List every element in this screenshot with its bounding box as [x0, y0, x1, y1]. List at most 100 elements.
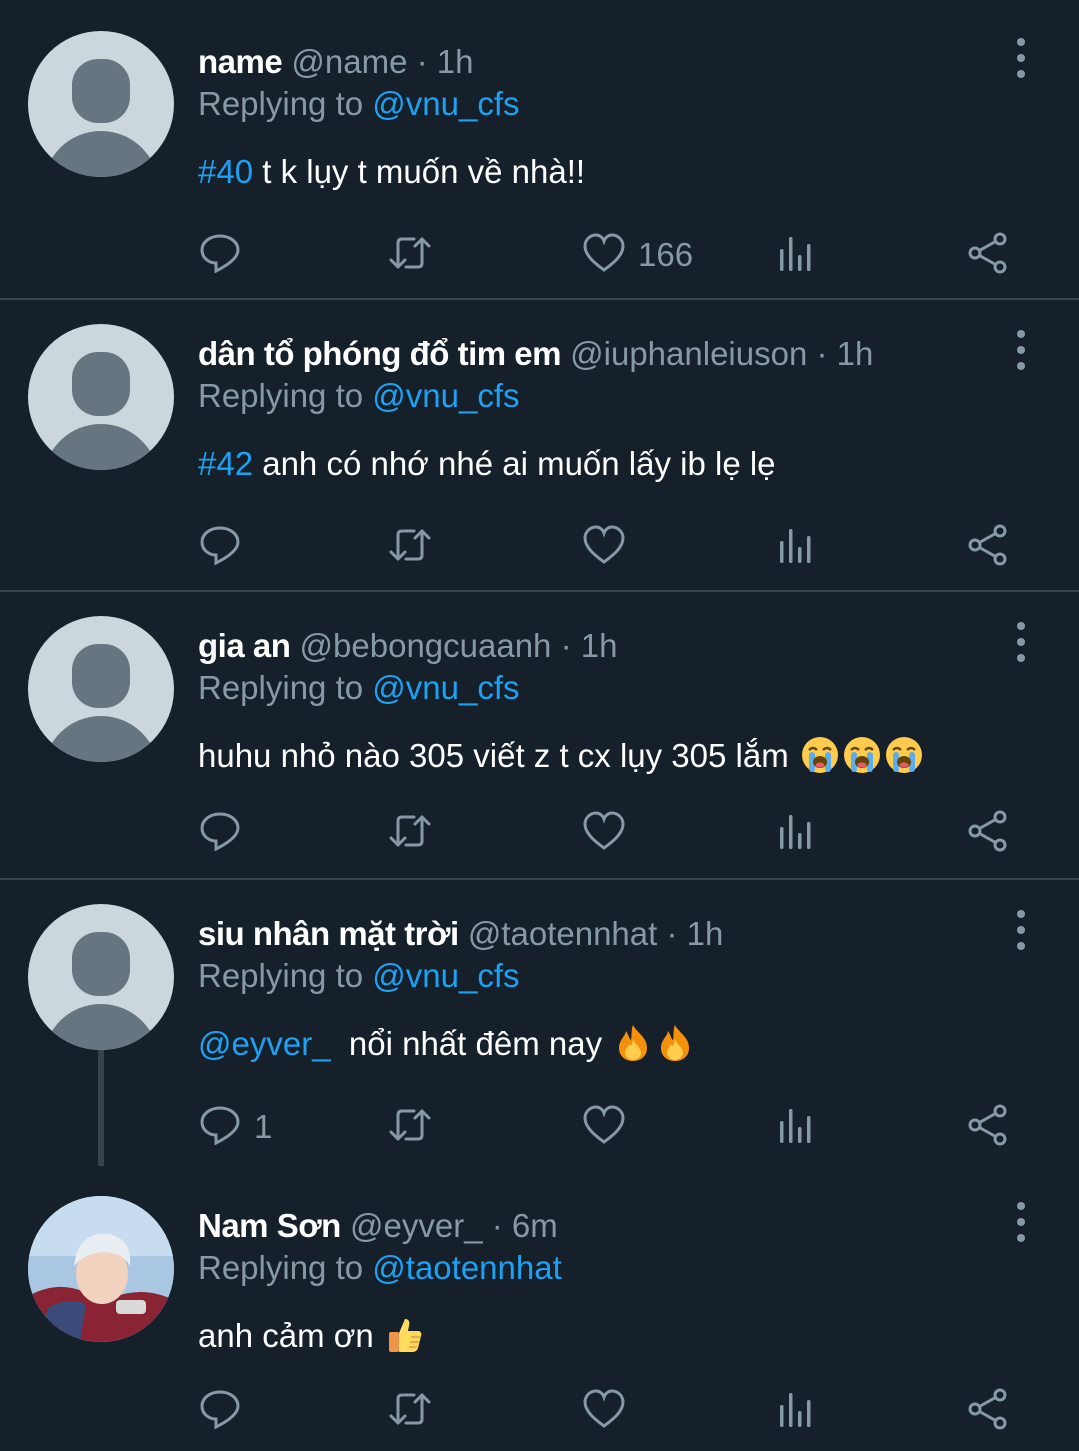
analytics-button[interactable]: [774, 1386, 818, 1436]
analytics-button[interactable]: [774, 1102, 818, 1152]
reply-button[interactable]: 1: [198, 1102, 272, 1152]
like-button[interactable]: [582, 522, 626, 572]
avatar[interactable]: [28, 616, 174, 762]
reply-button[interactable]: [198, 808, 242, 858]
share-button[interactable]: [966, 1102, 1010, 1152]
timestamp[interactable]: 1h: [837, 335, 874, 372]
timestamp[interactable]: 1h: [687, 915, 724, 952]
more-options-icon[interactable]: [1006, 330, 1036, 370]
share-button[interactable]: [966, 230, 1010, 280]
replying-to-line: Replying to @taotennhat: [198, 1248, 562, 1288]
retweet-button[interactable]: [388, 1386, 432, 1436]
emoji-group: [383, 1317, 425, 1354]
retweet-button[interactable]: [388, 808, 432, 858]
reply-button[interactable]: [198, 522, 242, 572]
avatar[interactable]: [28, 31, 174, 177]
retweet-icon: [388, 1103, 432, 1152]
action-bar: 166: [198, 230, 1038, 280]
hashtag-link[interactable]: #42: [198, 445, 253, 482]
replying-to-label: Replying to: [198, 1249, 364, 1286]
action-bar: 1: [198, 1102, 1038, 1152]
analytics-button[interactable]: [774, 808, 818, 858]
action-bar: [198, 808, 1038, 858]
avatar[interactable]: [28, 324, 174, 470]
more-options-icon[interactable]: [1006, 38, 1036, 78]
share-button[interactable]: [966, 1386, 1010, 1436]
action-bar: [198, 522, 1038, 572]
replying-to-mention[interactable]: @vnu_cfs: [372, 85, 519, 122]
analytics-button[interactable]: [774, 230, 818, 280]
loudly-crying-face-emoji: [842, 735, 882, 775]
reply-button[interactable]: [198, 1386, 242, 1436]
analytics-icon: [774, 809, 818, 858]
display-name[interactable]: Nam Sơn: [198, 1207, 341, 1244]
username[interactable]: @taotennhat: [468, 915, 657, 952]
username[interactable]: @name: [291, 43, 407, 80]
timestamp[interactable]: 6m: [512, 1207, 558, 1244]
replying-to-label: Replying to: [198, 669, 364, 706]
analytics-icon: [774, 523, 818, 572]
replying-to-label: Replying to: [198, 957, 364, 994]
display-name[interactable]: name: [198, 43, 283, 80]
separator-dot: ·: [491, 1207, 503, 1244]
emoji-group: [798, 737, 924, 774]
fire-emoji: [613, 1023, 653, 1063]
tweet-header: gia an @bebongcuaanh · 1h: [198, 626, 617, 666]
like-icon: [582, 1103, 626, 1152]
like-button[interactable]: 166: [582, 230, 693, 280]
avatar[interactable]: [28, 1196, 174, 1342]
replying-to-line: Replying to @vnu_cfs: [198, 956, 520, 996]
hashtag-link[interactable]: #40: [198, 153, 253, 190]
reply-tweet[interactable]: Nam Sơn @eyver_ · 6m Replying to @taoten…: [0, 1172, 1079, 1451]
replying-to-mention[interactable]: @vnu_cfs: [372, 957, 519, 994]
analytics-button[interactable]: [774, 522, 818, 572]
timestamp[interactable]: 1h: [437, 43, 474, 80]
username[interactable]: @iuphanleiuson: [570, 335, 807, 372]
username[interactable]: @bebongcuaanh: [300, 627, 552, 664]
avatar[interactable]: [28, 904, 174, 1050]
analytics-icon: [774, 1387, 818, 1436]
replies-feed: name @name · 1h Replying to @vnu_cfs #40…: [0, 0, 1079, 1451]
share-icon: [966, 809, 1010, 858]
timestamp[interactable]: 1h: [581, 627, 618, 664]
retweet-icon: [388, 1387, 432, 1436]
reply-tweet[interactable]: name @name · 1h Replying to @vnu_cfs #40…: [0, 0, 1079, 298]
replying-to-label: Replying to: [198, 85, 364, 122]
display-name[interactable]: gia an: [198, 627, 291, 664]
like-count: 166: [638, 236, 694, 273]
replying-to-mention[interactable]: @taotennhat: [372, 1249, 561, 1286]
like-icon: [582, 231, 626, 280]
share-button[interactable]: [966, 808, 1010, 858]
retweet-button[interactable]: [388, 230, 432, 280]
tweet-text: @eyver_ nổi nhất đêm nay: [198, 1022, 695, 1066]
replying-to-label: Replying to: [198, 377, 364, 414]
retweet-button[interactable]: [388, 1102, 432, 1152]
like-button[interactable]: [582, 1386, 626, 1436]
reply-tweet[interactable]: siu nhân mặt trời @taotennhat · 1h Reply…: [0, 880, 1079, 1172]
display-name[interactable]: siu nhân mặt trời: [198, 915, 459, 952]
separator-dot: ·: [666, 915, 678, 952]
reply-tweet[interactable]: gia an @bebongcuaanh · 1h Replying to @v…: [0, 592, 1079, 878]
retweet-icon: [388, 231, 432, 280]
action-bar: [198, 1386, 1038, 1436]
replying-to-line: Replying to @vnu_cfs: [198, 668, 520, 708]
mention-link[interactable]: @eyver_: [198, 1025, 331, 1062]
share-button[interactable]: [966, 522, 1010, 572]
username[interactable]: @eyver_: [350, 1207, 483, 1244]
reply-button[interactable]: [198, 230, 242, 280]
more-options-icon[interactable]: [1006, 1202, 1036, 1242]
like-button[interactable]: [582, 1102, 626, 1152]
display-name[interactable]: dân tổ phóng đổ tim em: [198, 335, 561, 372]
reply-tweet[interactable]: dân tổ phóng đổ tim em @iuphanleiuson · …: [0, 300, 1079, 590]
thumbs-up-emoji: [385, 1315, 425, 1355]
more-options-icon[interactable]: [1006, 622, 1036, 662]
more-options-icon[interactable]: [1006, 910, 1036, 950]
reply-icon: [198, 809, 242, 858]
loudly-crying-face-emoji: [884, 735, 924, 775]
replying-to-mention[interactable]: @vnu_cfs: [372, 377, 519, 414]
retweet-button[interactable]: [388, 522, 432, 572]
share-icon: [966, 1387, 1010, 1436]
like-button[interactable]: [582, 808, 626, 858]
separator-dot: ·: [816, 335, 828, 372]
replying-to-mention[interactable]: @vnu_cfs: [372, 669, 519, 706]
